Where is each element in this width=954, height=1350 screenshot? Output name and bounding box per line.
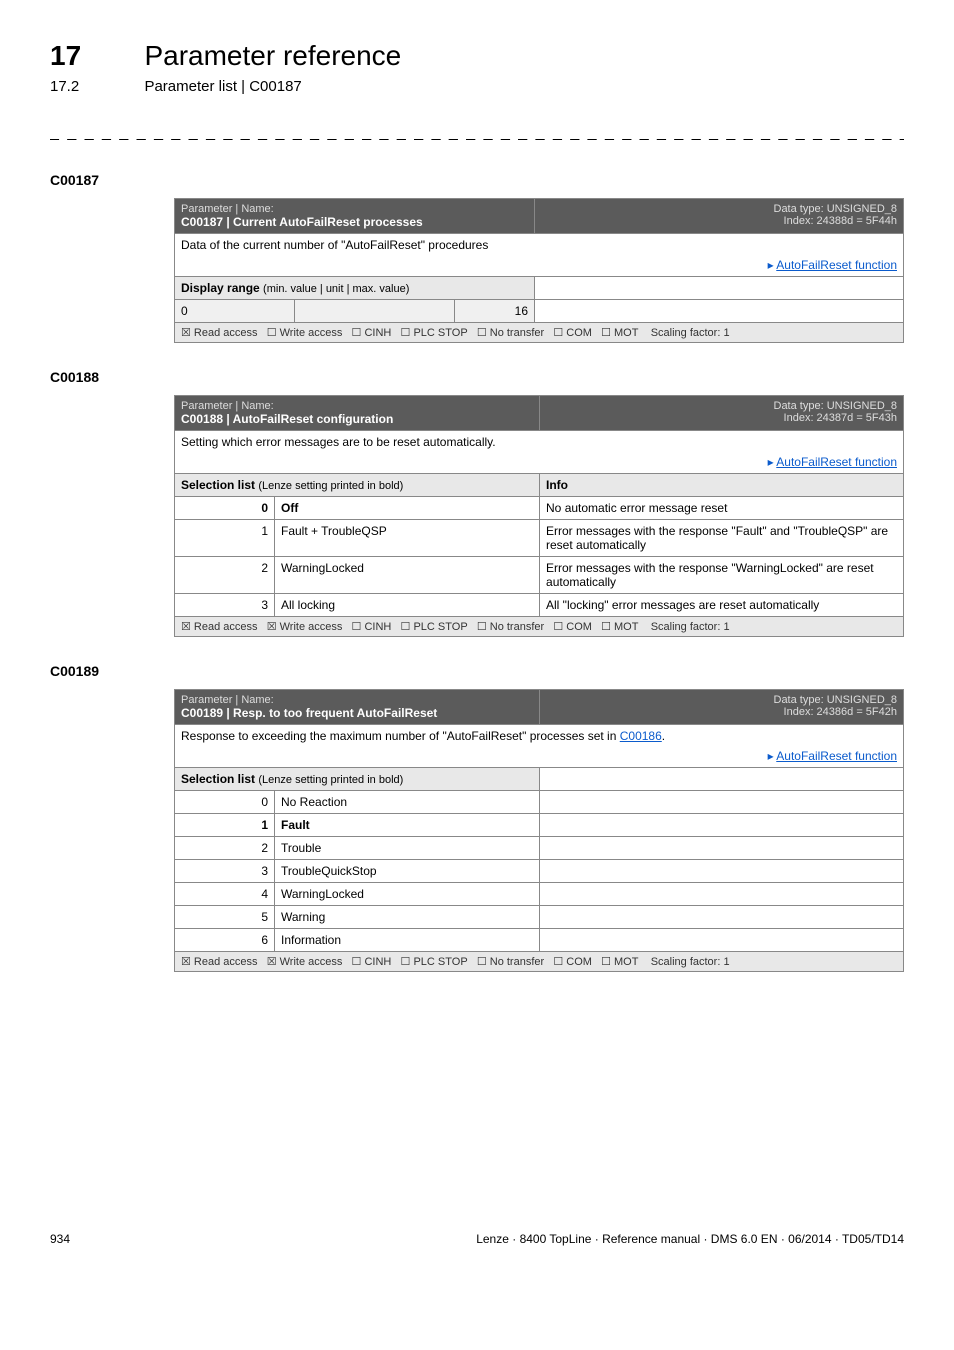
selection-info: Error messages with the response "Warnin… xyxy=(540,557,904,594)
table-c00188: Parameter | Name: C00188 | AutoFailReset… xyxy=(174,395,904,637)
param-description: Setting which error messages are to be r… xyxy=(181,435,897,449)
flag-write-access: ☒ Write access xyxy=(267,956,343,968)
selection-num: 3 xyxy=(175,594,275,617)
param-description: Response to exceeding the maximum number… xyxy=(181,729,897,743)
flag-read-access: ☒ Read access xyxy=(181,956,258,968)
selection-num: 2 xyxy=(175,557,275,594)
flag-cinh: ☐ CINH xyxy=(352,956,392,968)
selection-num: 5 xyxy=(175,906,275,929)
selection-info: No automatic error message reset xyxy=(540,497,904,520)
chapter-number: 17 xyxy=(50,40,140,72)
selection-name: No Reaction xyxy=(275,791,540,814)
footer-text: Lenze · 8400 TopLine · Reference manual … xyxy=(476,1232,904,1246)
selection-name: WarningLocked xyxy=(275,883,540,906)
flag-plcstop: ☐ PLC STOP xyxy=(401,621,468,633)
flag-write-access: ☒ Write access xyxy=(267,621,343,633)
selection-num: 1 xyxy=(175,520,275,557)
link-c00186[interactable]: C00186 xyxy=(620,729,662,743)
selection-name: Information xyxy=(275,929,540,952)
link-autofailreset-function[interactable]: AutoFailReset function xyxy=(776,749,897,763)
selection-name: All locking xyxy=(275,594,540,617)
selection-name: TroubleQuickStop xyxy=(275,860,540,883)
selection-name: Off xyxy=(275,497,540,520)
divider-dashes: _ _ _ _ _ _ _ _ _ _ _ _ _ _ _ _ _ _ _ _ … xyxy=(50,124,904,142)
flag-com: ☐ COM xyxy=(553,327,592,339)
selection-num: 2 xyxy=(175,837,275,860)
flag-mot: ☐ MOT xyxy=(601,956,638,968)
link-autofailreset-function[interactable]: AutoFailReset function xyxy=(776,258,897,272)
param-name-label: Parameter | Name: xyxy=(181,400,533,412)
flag-plcstop: ☐ PLC STOP xyxy=(401,956,468,968)
section-title: Parameter list | C00187 xyxy=(144,78,301,95)
selection-info: All "locking" error messages are reset a… xyxy=(540,594,904,617)
scaling-factor: Scaling factor: 1 xyxy=(651,621,730,633)
selection-num: 3 xyxy=(175,860,275,883)
param-code-c00188: C00188 xyxy=(50,369,904,385)
param-description: Data of the current number of "AutoFailR… xyxy=(181,238,897,252)
chapter-title: Parameter reference xyxy=(144,40,401,72)
flag-notransfer: ☐ No transfer xyxy=(477,956,544,968)
selection-num: 4 xyxy=(175,883,275,906)
data-type-label: Data type: UNSIGNED_8 xyxy=(541,203,897,215)
display-range-max: 16 xyxy=(455,300,535,323)
flag-mot: ☐ MOT xyxy=(601,327,638,339)
flag-plcstop: ☐ PLC STOP xyxy=(401,327,468,339)
param-name-label: Parameter | Name: xyxy=(181,203,528,215)
selection-name: WarningLocked xyxy=(275,557,540,594)
param-title: C00188 | AutoFailReset configuration xyxy=(181,412,533,426)
param-name-label: Parameter | Name: xyxy=(181,694,533,706)
flag-read-access: ☒ Read access xyxy=(181,621,258,633)
selection-list-label: Selection list xyxy=(181,478,255,492)
selection-list-sublabel: (Lenze setting printed in bold) xyxy=(258,480,403,492)
flag-read-access: ☒ Read access xyxy=(181,327,258,339)
scaling-factor: Scaling factor: 1 xyxy=(651,327,730,339)
param-code-c00187: C00187 xyxy=(50,172,904,188)
selection-list-sublabel: (Lenze setting printed in bold) xyxy=(258,774,403,786)
selection-name: Warning xyxy=(275,906,540,929)
selection-num: 6 xyxy=(175,929,275,952)
param-title: C00187 | Current AutoFailReset processes xyxy=(181,215,528,229)
selection-info: Error messages with the response "Fault"… xyxy=(540,520,904,557)
param-index: Index: 24388d = 5F44h xyxy=(541,215,897,227)
table-c00187: Parameter | Name: C00187 | Current AutoF… xyxy=(174,198,904,343)
info-column-header: Info xyxy=(540,474,904,497)
flag-cinh: ☐ CINH xyxy=(352,621,392,633)
flag-notransfer: ☐ No transfer xyxy=(477,327,544,339)
selection-name: Fault + TroubleQSP xyxy=(275,520,540,557)
link-arrow-icon: ▸ xyxy=(768,455,774,469)
flag-cinh: ☐ CINH xyxy=(352,327,392,339)
data-type-label: Data type: UNSIGNED_8 xyxy=(546,400,897,412)
display-range-min: 0 xyxy=(175,300,295,323)
flag-com: ☐ COM xyxy=(553,956,592,968)
display-range-label: Display range xyxy=(181,281,260,295)
param-title: C00189 | Resp. to too frequent AutoFailR… xyxy=(181,706,533,720)
flag-write-access: ☐ Write access xyxy=(267,327,343,339)
scaling-factor: Scaling factor: 1 xyxy=(651,956,730,968)
param-index: Index: 24386d = 5F42h xyxy=(546,706,897,718)
section-number: 17.2 xyxy=(50,78,140,95)
data-type-label: Data type: UNSIGNED_8 xyxy=(546,694,897,706)
link-autofailreset-function[interactable]: AutoFailReset function xyxy=(776,455,897,469)
link-arrow-icon: ▸ xyxy=(768,749,774,763)
selection-name: Fault xyxy=(275,814,540,837)
table-c00189: Parameter | Name: C00189 | Resp. to too … xyxy=(174,689,904,972)
selection-name: Trouble xyxy=(275,837,540,860)
flag-mot: ☐ MOT xyxy=(601,621,638,633)
selection-num: 1 xyxy=(175,814,275,837)
page-number: 934 xyxy=(50,1232,70,1246)
selection-list-label: Selection list xyxy=(181,772,255,786)
display-range-sublabel: (min. value | unit | max. value) xyxy=(263,283,409,295)
param-index: Index: 24387d = 5F43h xyxy=(546,412,897,424)
selection-num: 0 xyxy=(175,791,275,814)
param-code-c00189: C00189 xyxy=(50,663,904,679)
flag-notransfer: ☐ No transfer xyxy=(477,621,544,633)
link-arrow-icon: ▸ xyxy=(768,258,774,272)
flag-com: ☐ COM xyxy=(553,621,592,633)
selection-num: 0 xyxy=(175,497,275,520)
